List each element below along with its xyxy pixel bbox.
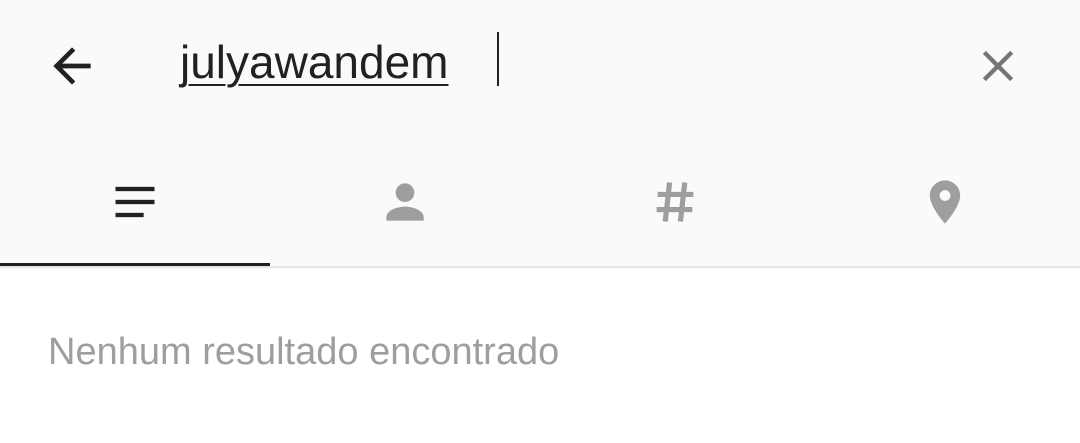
close-icon (982, 50, 1014, 82)
search-tabs (0, 138, 1080, 266)
arrow-back-icon (53, 47, 91, 85)
tab-top[interactable] (0, 138, 270, 266)
tab-people[interactable] (270, 138, 540, 266)
back-button[interactable] (36, 30, 108, 102)
tab-places[interactable] (810, 138, 1080, 266)
search-input[interactable]: julyawandem (180, 30, 880, 94)
notes-icon (109, 176, 161, 228)
location-pin-icon (919, 176, 971, 228)
tab-tags[interactable] (540, 138, 810, 266)
search-toolbar: julyawandem (0, 0, 1080, 266)
text-caret (497, 32, 499, 86)
no-results-message: Nenhum resultado encontrado (48, 331, 560, 373)
search-row: julyawandem (0, 0, 1080, 128)
search-results: Nenhum resultado encontrado (0, 269, 1080, 443)
search-screen: julyawandem Nenhum resultado encontrado (0, 0, 1080, 443)
person-icon (377, 174, 433, 230)
clear-search-button[interactable] (962, 30, 1034, 102)
search-query-text: julyawandem (180, 36, 449, 88)
hashtag-icon (649, 176, 701, 228)
